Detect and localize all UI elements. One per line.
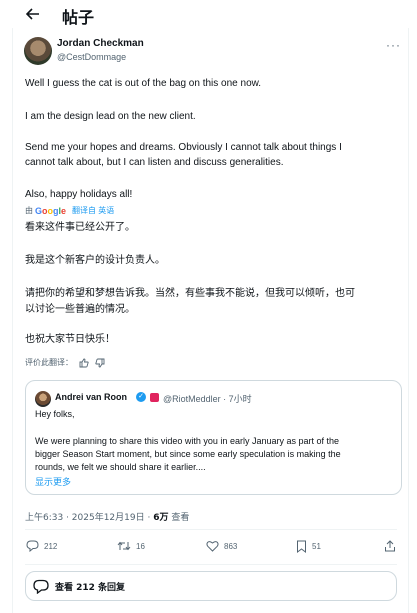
translated-paragraph: 也祝大家节日快乐！: [25, 334, 115, 345]
divider: [25, 564, 397, 565]
views-count: 6万: [153, 513, 169, 523]
translation-source-link[interactable]: 翻译自 英语: [72, 205, 114, 216]
bookmark-count: 51: [312, 542, 321, 551]
like-count: 863: [224, 541, 238, 551]
rate-translation: 评价此翻译：: [25, 357, 105, 368]
post-paragraph: Send me your hopes and dreams. Obviously…: [25, 142, 342, 168]
quoted-body: We were planning to share this video wit…: [35, 436, 341, 472]
translated-by-label: 由: [25, 206, 33, 215]
thumb-up-icon[interactable]: [79, 358, 89, 368]
author-avatar[interactable]: [24, 37, 52, 65]
retweet-button[interactable]: 16: [117, 540, 145, 552]
reply-count: 212: [44, 541, 58, 551]
post-paragraph: I am the design lead on the new client.: [25, 111, 196, 122]
rate-translation-label: 评价此翻译：: [25, 358, 73, 367]
top-bar: 帖子: [0, 0, 417, 28]
translated-paragraph: 看来这件事已经公开了。: [25, 222, 135, 233]
reply-button[interactable]: 212: [26, 540, 57, 552]
quoted-author-handle: @RiotMeddler · 7小时: [163, 394, 252, 404]
quoted-greeting: Hey folks,: [35, 409, 75, 419]
like-button[interactable]: 863: [206, 540, 237, 552]
replies-bubble-icon: [33, 579, 49, 594]
show-more-link[interactable]: 显示更多: [35, 475, 71, 488]
back-arrow-icon[interactable]: [24, 5, 42, 23]
post-meta: 上午6:33 · 2025年12月19日 · 6万 查看: [25, 510, 189, 523]
author-handle[interactable]: @CestDommage: [57, 52, 126, 62]
like-icon: [206, 540, 219, 552]
page-title: 帖子: [62, 8, 95, 27]
translated-paragraph: 我是这个新客户的设计负责人。: [25, 255, 165, 266]
retweet-icon: [117, 540, 131, 552]
views-label: 查看: [168, 513, 190, 523]
share-icon: [384, 540, 396, 552]
bookmark-icon: [296, 540, 307, 553]
view-replies-button[interactable]: 查看 212 条回复: [25, 571, 397, 601]
view-replies-label: 查看 212 条回复: [55, 582, 126, 593]
more-icon[interactable]: ···: [386, 38, 401, 52]
retweet-count: 16: [136, 541, 145, 551]
quoted-author-name: Andrei van Roon: [55, 392, 128, 402]
translated-paragraph: 请把你的希望和梦想告诉我。当然，有些事我不能说，但我可以倾听，也可 以讨论一些普…: [25, 288, 355, 315]
bookmark-button[interactable]: 51: [296, 540, 321, 553]
share-button[interactable]: [384, 540, 396, 552]
divider: [25, 529, 397, 530]
quoted-author-avatar: [35, 391, 51, 407]
translation-bar: 由 Google 翻译自 英语: [25, 205, 114, 216]
post-paragraph: Also, happy holidays all!: [25, 189, 133, 200]
reply-icon: [26, 540, 39, 552]
verified-icon: ✓: [136, 392, 146, 402]
post-timestamp[interactable]: 上午6:33 · 2025年12月19日 ·: [25, 513, 153, 523]
post-paragraph: Well I guess the cat is out of the bag o…: [25, 78, 262, 89]
google-logo: Google: [35, 205, 67, 216]
affiliate-badge-icon: [150, 393, 159, 402]
author-name[interactable]: Jordan Checkman: [57, 38, 144, 49]
thumb-down-icon[interactable]: [95, 358, 105, 368]
quoted-post[interactable]: Andrei van Roon ✓ @RiotMeddler · 7小时 Hey…: [25, 380, 402, 495]
